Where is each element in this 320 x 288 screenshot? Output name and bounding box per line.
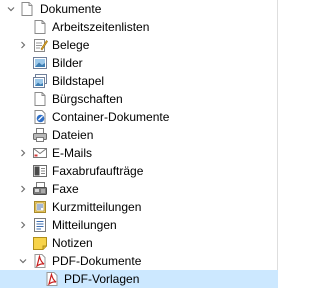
tree-node-kurzmitteilungen[interactable]: Kurzmitteilungen <box>0 198 278 216</box>
tree-node-label: Notizen <box>52 236 93 250</box>
chevron-right-icon[interactable] <box>15 180 31 198</box>
tree-node-label: Bürgschaften <box>52 92 123 106</box>
image-icon <box>32 55 48 71</box>
tree-node-pdf-vorlagen[interactable]: PDF-Vorlagen <box>0 270 278 288</box>
chevron-right-icon[interactable] <box>15 216 31 234</box>
tree-node-bilder[interactable]: Bilder <box>0 54 278 72</box>
sticky-note-icon <box>32 235 48 251</box>
blank-page-icon <box>32 91 48 107</box>
blank-page-icon <box>32 19 48 35</box>
chevron-down-icon[interactable] <box>15 252 31 270</box>
pdf-template-icon <box>44 271 60 287</box>
memo-icon <box>32 199 48 215</box>
tree-node-faxe[interactable]: Faxe <box>0 180 278 198</box>
container-document-icon <box>32 109 48 125</box>
tree-node-dateien[interactable]: Dateien <box>0 126 278 144</box>
tree-node-label: Faxe <box>52 182 79 196</box>
tree-node-label: Dateien <box>52 128 94 142</box>
tree-node-arbeitszeitenlisten[interactable]: Arbeitszeitenlisten <box>0 18 278 36</box>
tree-node-dokumente[interactable]: Dokumente <box>0 0 278 18</box>
tree-node-container-dokumente[interactable]: Container-Dokumente <box>0 108 278 126</box>
tree-node-label: Container-Dokumente <box>52 110 170 124</box>
email-icon <box>32 145 48 161</box>
chevron-down-icon[interactable] <box>3 0 19 18</box>
tree-node-label: Kurzmitteilungen <box>52 200 142 214</box>
tree-node-e-mails[interactable]: E-Mails <box>0 144 278 162</box>
fax-request-icon <box>32 163 48 179</box>
document-tree: Dokumente Arbeitszeitenlisten Belege Bil… <box>0 0 278 288</box>
tree-node-buergschaften[interactable]: Bürgschaften <box>0 90 278 108</box>
tree-node-label: Bildstapel <box>52 74 105 88</box>
fax-icon <box>32 181 48 197</box>
tree-node-label: Faxabrufaufträge <box>52 164 144 178</box>
tree-node-label: Dokumente <box>40 2 102 16</box>
tree-node-faxabrufauftraege[interactable]: Faxabrufaufträge <box>0 162 278 180</box>
folder-page-icon <box>19 1 35 17</box>
tree-node-label: Arbeitszeitenlisten <box>52 20 150 34</box>
pencil-note-icon <box>32 37 48 53</box>
chevron-right-icon[interactable] <box>15 144 31 162</box>
tree-node-notizen[interactable]: Notizen <box>0 234 278 252</box>
pdf-icon <box>32 253 48 269</box>
tree-node-belege[interactable]: Belege <box>0 36 278 54</box>
tree-node-label: Belege <box>52 38 90 52</box>
tree-node-mitteilungen[interactable]: Mitteilungen <box>0 216 278 234</box>
tree-node-label: E-Mails <box>52 146 93 160</box>
notes-icon <box>32 217 48 233</box>
tree-node-label: PDF-Vorlagen <box>64 272 140 286</box>
image-stack-icon <box>32 73 48 89</box>
tree-node-label: PDF-Dokumente <box>52 254 142 268</box>
tree-node-pdf-dokumente[interactable]: PDF-Dokumente <box>0 252 278 270</box>
tree-node-bildstapel[interactable]: Bildstapel <box>0 72 278 90</box>
chevron-right-icon[interactable] <box>15 36 31 54</box>
printer-icon <box>32 127 48 143</box>
tree-node-label: Bilder <box>52 56 83 70</box>
tree-node-label: Mitteilungen <box>52 218 117 232</box>
